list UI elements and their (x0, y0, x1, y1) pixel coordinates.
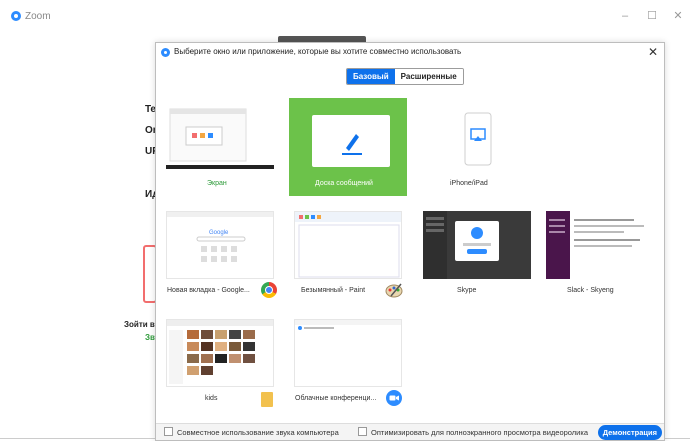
dialog-footer: Совместное использование звука компьютер… (156, 423, 664, 440)
tile-label: Новая вкладка - Google... (167, 287, 250, 294)
app-title: Zoom (25, 11, 51, 22)
tile-label: Экран (207, 180, 227, 187)
skype-thumbnail (423, 211, 531, 279)
share-screen-dialog: Выберите окно или приложение, которые вы… (155, 42, 665, 441)
svg-text:Google: Google (209, 230, 229, 236)
tile-label: Slack - Skyeng (567, 287, 614, 294)
folder-icon (261, 392, 273, 407)
whiteboard-card (312, 115, 390, 167)
tile-chrome[interactable]: Google Новая вкладка - Google... (161, 206, 279, 304)
optimize-video-label: Оптимизировать для полноэкранного просмо… (371, 428, 588, 437)
tile-label: Безымянный - Paint (301, 287, 366, 294)
tile-label: iPhone/iPad (450, 180, 488, 187)
kids-thumbnail (166, 319, 274, 387)
tile-iphone-ipad[interactable]: iPhone/iPad (418, 98, 536, 196)
tile-slack[interactable]: Slack - Skyeng (541, 206, 659, 304)
dialog-close-button[interactable]: ✕ (648, 45, 658, 59)
close-button[interactable]: ✕ (670, 10, 686, 22)
whiteboard-thumbnail (294, 103, 402, 171)
tab-basic[interactable]: Базовый (347, 69, 395, 84)
share-audio-label: Совместное использование звука компьютер… (177, 428, 339, 437)
zoom-logo-icon (161, 48, 170, 57)
zoom-app-icon (386, 390, 402, 406)
screen-thumbnail (166, 103, 274, 171)
share-button[interactable]: Демонстрация (597, 425, 662, 440)
paint-thumbnail (294, 211, 402, 279)
tile-whiteboard[interactable]: Доска сообщений (289, 98, 407, 196)
tile-label: kids (205, 395, 218, 402)
tile-label: Доска сообщений (315, 180, 373, 187)
minimize-button[interactable]: – (617, 10, 633, 22)
tab-advanced[interactable]: Расширенные (394, 69, 463, 84)
thumb-bar (167, 212, 273, 217)
dialog-header: Выберите окно или приложение, которые вы… (156, 43, 664, 63)
tile-paint[interactable]: Безымянный - Paint (289, 206, 407, 304)
chrome-icon (261, 282, 277, 298)
tile-zoom-meetings[interactable]: Облачные конференци... (289, 314, 407, 412)
chrome-thumbnail: Google (166, 211, 274, 279)
slack-thumbnail (546, 211, 654, 279)
zoom-thumbnail (294, 319, 402, 387)
background-join-label: Зойти в (124, 320, 155, 329)
paint-palette-icon (385, 282, 403, 298)
zoom-logo-icon (11, 11, 21, 21)
maximize-button[interactable]: ☐ (644, 10, 660, 22)
share-mode-tabs: Базовый Расширенные (346, 68, 464, 85)
tile-label: Skype (457, 287, 477, 294)
dialog-title: Выберите окно или приложение, которые вы… (174, 47, 462, 56)
tile-label: Облачные конференци... (295, 395, 377, 402)
tile-screen[interactable]: Экран (161, 98, 279, 196)
share-audio-checkbox[interactable] (164, 427, 173, 436)
optimize-video-checkbox[interactable] (358, 427, 367, 436)
tile-kids-folder[interactable]: kids (161, 314, 279, 412)
tile-skype[interactable]: Skype (418, 206, 536, 304)
iphone-thumbnail (423, 103, 531, 171)
titlebar: Zoom – ☐ ✕ (0, 0, 690, 34)
share-tiles-grid: Экран Доска сообщений iPhone/iPad Google… (156, 98, 666, 423)
